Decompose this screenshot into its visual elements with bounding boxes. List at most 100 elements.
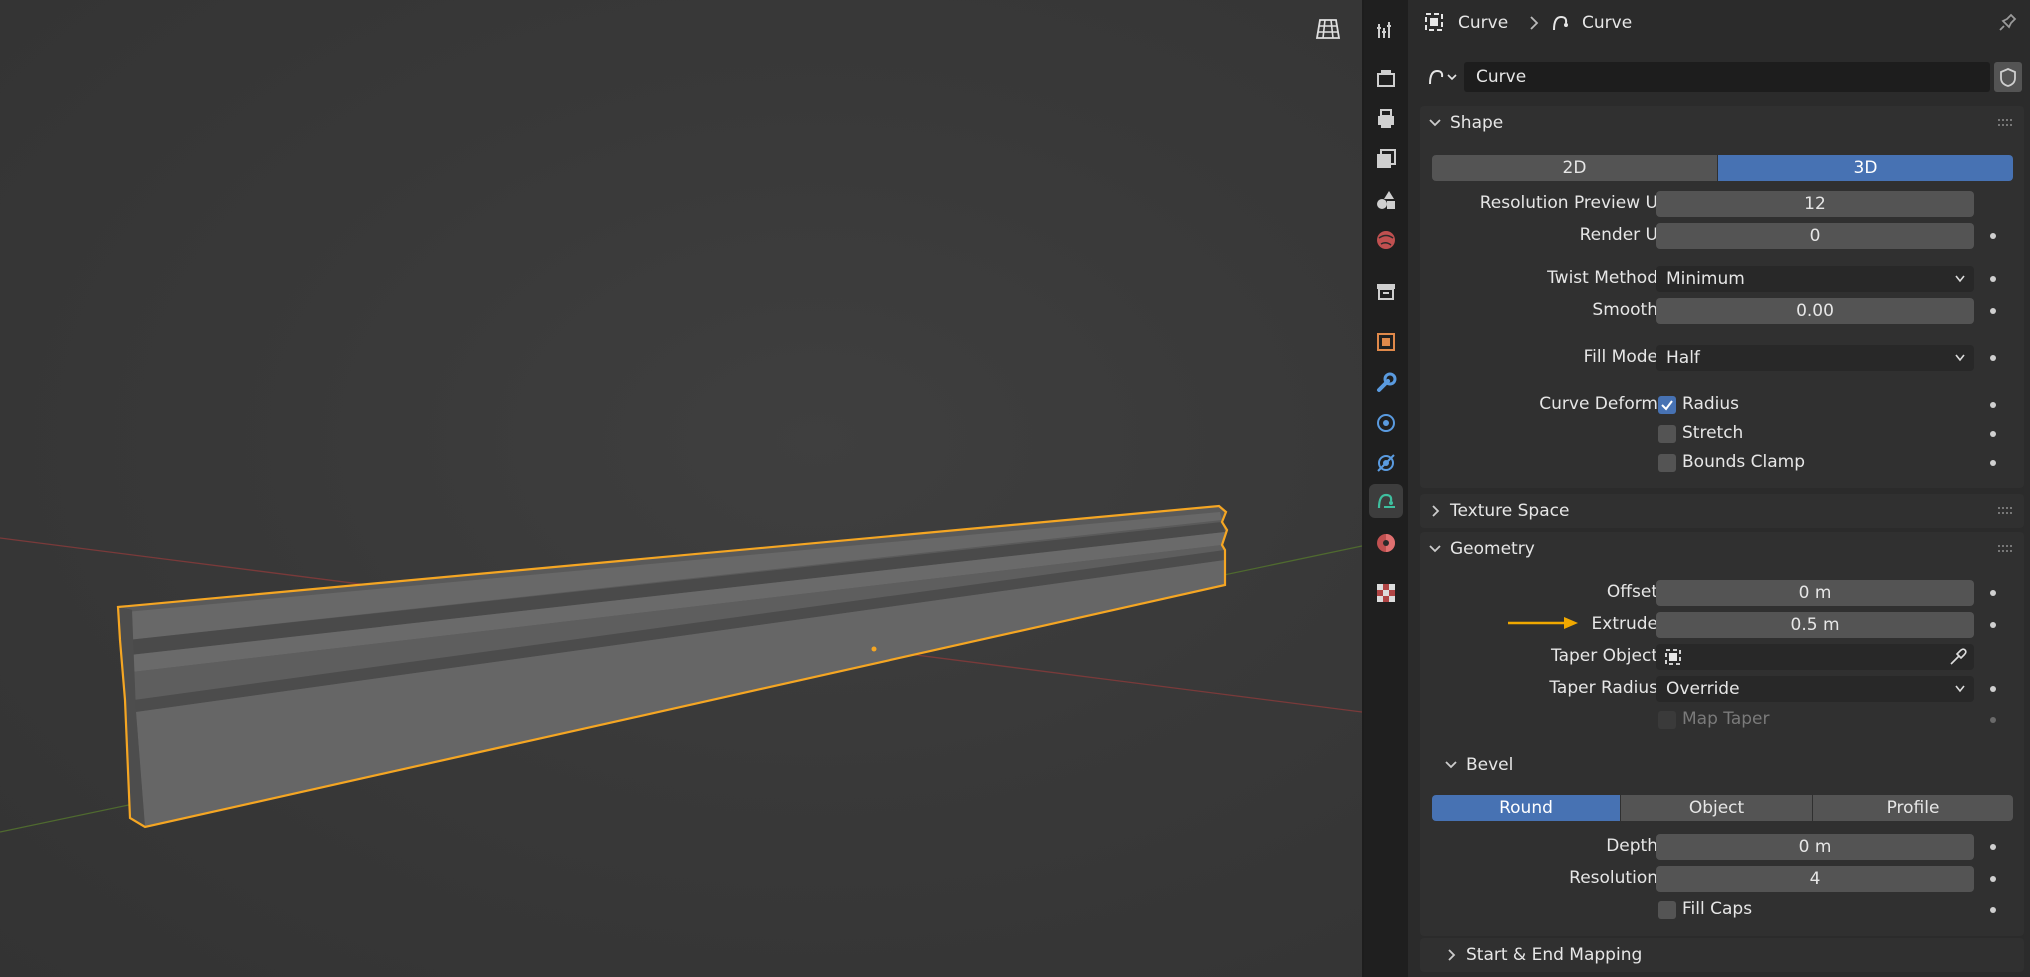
render-u-label: Render U <box>1579 225 1658 245</box>
map-taper-label: Map Taper <box>1682 709 1770 729</box>
breadcrumb-object: Curve <box>1458 13 1509 33</box>
keyframe-dot[interactable] <box>1990 622 1996 628</box>
keyframe-dot[interactable] <box>1990 686 1996 692</box>
eyedropper-icon[interactable] <box>1948 647 1968 675</box>
smooth-label: Smooth <box>1592 300 1658 320</box>
fill-caps-label: Fill Caps <box>1682 899 1753 919</box>
bevel-profile-button[interactable]: Profile <box>1813 795 2013 821</box>
physics-icon[interactable] <box>1369 446 1403 480</box>
resolution-preview-u-field[interactable]: 12 <box>1656 191 1974 217</box>
keyframe-dot[interactable] <box>1990 276 1996 282</box>
fill-mode-value: Half <box>1666 348 1700 368</box>
keyframe-dot[interactable] <box>1990 590 1996 596</box>
chevron-down-icon <box>1429 119 1441 127</box>
render-u-field[interactable]: 0 <box>1656 223 1974 249</box>
keyframe-dot[interactable] <box>1990 907 1996 913</box>
start-end-mapping-title: Start & End Mapping <box>1466 945 1643 965</box>
viewport-scene <box>0 504 1362 833</box>
bounds-clamp-checkbox[interactable] <box>1658 454 1676 472</box>
taper-radius-value: Override <box>1666 679 1740 699</box>
chevron-right-icon <box>1528 13 1540 38</box>
drag-grip-icon[interactable] <box>1998 119 2014 127</box>
shape-panel-header[interactable]: Shape <box>1420 106 2024 140</box>
chevron-down-icon <box>1445 761 1457 769</box>
fill-mode-label: Fill Mode <box>1583 347 1658 367</box>
geometry-panel-header[interactable]: Geometry <box>1420 532 2024 566</box>
object-small-icon <box>1664 648 1682 674</box>
drag-grip-icon[interactable] <box>1998 507 2014 515</box>
fill-mode-dropdown[interactable]: Half <box>1656 345 1974 371</box>
twist-method-dropdown[interactable]: Minimum <box>1656 266 1974 292</box>
texture-space-panel-header[interactable]: Texture Space <box>1420 494 2024 528</box>
keyframe-dot[interactable] <box>1990 844 1996 850</box>
material-icon[interactable] <box>1369 526 1403 560</box>
taper-object-field[interactable] <box>1656 644 1974 670</box>
bevel-title: Bevel <box>1466 755 1514 775</box>
output-icon[interactable] <box>1369 102 1403 136</box>
stretch-label: Stretch <box>1682 423 1744 443</box>
extrude-label: Extrude <box>1591 614 1658 634</box>
chevron-down-icon <box>1954 676 1966 712</box>
object-small-icon <box>1424 12 1444 37</box>
resolution-label: Resolution <box>1569 868 1658 888</box>
taper-radius-dropdown[interactable]: Override <box>1656 676 1974 702</box>
keyframe-dot[interactable] <box>1990 717 1996 723</box>
map-taper-checkbox[interactable] <box>1658 711 1676 729</box>
depth-field[interactable]: 0 m <box>1656 834 1974 860</box>
depth-label: Depth <box>1606 836 1658 856</box>
pin-icon[interactable] <box>1998 12 2018 37</box>
twist-method-label: Twist Method <box>1547 268 1658 288</box>
keyframe-dot[interactable] <box>1990 431 1996 437</box>
start-end-mapping-subpanel-header[interactable]: Start & End Mapping <box>1420 938 2024 972</box>
fill-caps-checkbox[interactable] <box>1658 901 1676 919</box>
keyframe-dot[interactable] <box>1990 233 1996 239</box>
tool-icon[interactable] <box>1369 14 1403 48</box>
curve-deform-label: Curve Deform <box>1539 394 1658 414</box>
curve-small-icon <box>1550 12 1572 39</box>
shape-title: Shape <box>1450 113 1504 133</box>
properties-tabs <box>1364 0 1408 977</box>
keyframe-dot[interactable] <box>1990 876 1996 882</box>
bounds-clamp-label: Bounds Clamp <box>1682 452 1806 472</box>
chevron-down-icon <box>1954 345 1966 381</box>
offset-field[interactable]: 0 m <box>1656 580 1974 606</box>
chevron-down-icon <box>1429 545 1441 553</box>
resolution-field[interactable]: 4 <box>1656 866 1974 892</box>
breadcrumb-data: Curve <box>1582 13 1633 33</box>
curve-browse-icon[interactable] <box>1422 62 1462 92</box>
texture-space-panel: Texture Space <box>1420 494 2024 528</box>
texture-space-title: Texture Space <box>1450 501 1570 521</box>
bevel-subpanel-header[interactable]: Bevel <box>1420 748 2024 782</box>
3d-viewport[interactable] <box>0 0 1362 977</box>
curve-object[interactable] <box>116 504 1229 829</box>
extrude-field[interactable]: 0.5 m <box>1656 612 1974 638</box>
render-icon[interactable] <box>1369 62 1403 96</box>
fake-user-shield-icon[interactable] <box>1994 62 2022 92</box>
keyframe-dot[interactable] <box>1990 308 1996 314</box>
chevron-right-icon <box>1432 505 1440 517</box>
stretch-checkbox[interactable] <box>1658 425 1676 443</box>
resolution-preview-u-label: Resolution Preview U <box>1479 193 1658 213</box>
dimensions-2d-button[interactable]: 2D <box>1432 155 1717 181</box>
chevron-right-icon <box>1448 949 1456 961</box>
bevel-round-button[interactable]: Round <box>1432 795 1620 821</box>
dimensions-3d-button[interactable]: 3D <box>1718 155 2013 181</box>
offset-label: Offset <box>1606 582 1658 602</box>
smooth-field[interactable]: 0.00 <box>1656 298 1974 324</box>
drag-grip-icon[interactable] <box>1998 545 2014 553</box>
curve-data-icon[interactable] <box>1369 484 1403 518</box>
datablock-selector: Curve <box>1422 62 2022 92</box>
object-origin <box>871 646 877 652</box>
taper-object-label: Taper Object <box>1551 646 1658 666</box>
bevel-object-button[interactable]: Object <box>1621 795 1812 821</box>
keyframe-dot[interactable] <box>1990 402 1996 408</box>
grid-view-icon[interactable] <box>1311 12 1345 46</box>
view-layer-icon[interactable] <box>1369 142 1403 176</box>
radius-checkbox[interactable] <box>1658 396 1676 414</box>
keyframe-dot[interactable] <box>1990 355 1996 361</box>
taper-radius-label: Taper Radius <box>1549 678 1658 698</box>
twist-method-value: Minimum <box>1666 269 1745 289</box>
datablock-name-field[interactable]: Curve <box>1464 62 1990 92</box>
keyframe-dot[interactable] <box>1990 460 1996 466</box>
breadcrumb: Curve Curve <box>1408 0 2030 48</box>
